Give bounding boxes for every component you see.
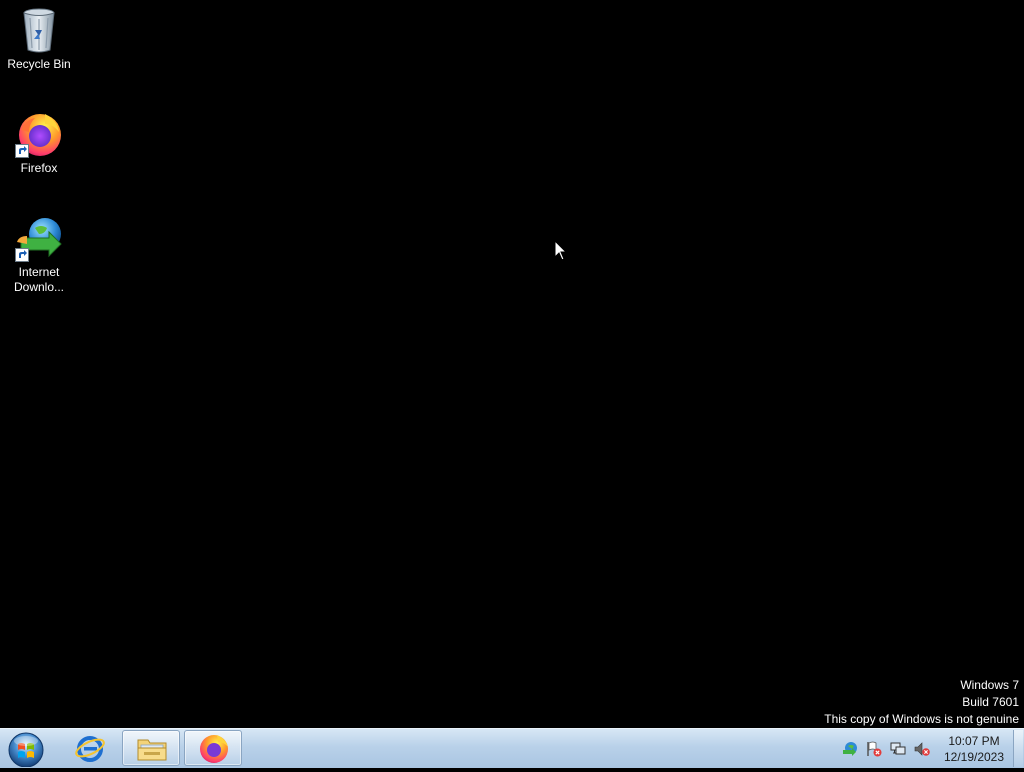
- network-globe-icon[interactable]: [842, 741, 858, 757]
- taskbar-clock[interactable]: 10:07 PM 12/19/2023: [936, 733, 1012, 765]
- network-status-icon[interactable]: [890, 741, 906, 757]
- firefox-icon: [15, 110, 63, 158]
- desktop[interactable]: Recycle Bin Firefox Internet Downlo... W…: [0, 0, 1024, 728]
- idm-desktop-icon[interactable]: Internet Downlo...: [1, 214, 77, 295]
- taskbar-windows-explorer[interactable]: [122, 730, 180, 766]
- watermark-os-name: Windows 7: [960, 678, 1019, 692]
- windows-explorer-folder-icon: [136, 734, 168, 764]
- shortcut-arrow-icon: [15, 144, 29, 158]
- internet-download-manager-icon: [15, 214, 63, 262]
- internet-explorer-icon: [74, 733, 106, 763]
- taskbar-internet-explorer[interactable]: [61, 730, 119, 766]
- windows-genuine-watermark: Windows 7 Build 7601 This copy of Window…: [824, 677, 1019, 728]
- recycle-bin-label: Recycle Bin: [7, 57, 71, 71]
- watermark-build: Build 7601: [962, 695, 1019, 709]
- clock-time: 10:07 PM: [948, 734, 1000, 748]
- show-desktop-button[interactable]: [1013, 730, 1023, 767]
- action-center-flag-icon[interactable]: [866, 741, 882, 757]
- firefox-icon: [198, 734, 230, 764]
- firefox-desktop-icon[interactable]: Firefox: [1, 110, 77, 176]
- shortcut-arrow-icon: [15, 248, 29, 262]
- volume-muted-icon[interactable]: [914, 741, 930, 757]
- firefox-label: Firefox: [20, 161, 58, 175]
- idm-label: Internet Downlo...: [13, 265, 65, 294]
- clock-date: 12/19/2023: [943, 750, 1005, 764]
- recycle-bin-desktop-icon[interactable]: Recycle Bin: [1, 6, 77, 72]
- start-button[interactable]: [5, 731, 47, 768]
- taskbar-firefox[interactable]: [184, 730, 242, 766]
- recycle-bin-icon: [15, 6, 63, 54]
- watermark-not-genuine: This copy of Windows is not genuine: [824, 712, 1019, 726]
- taskbar: 10:07 PM 12/19/2023: [0, 728, 1024, 768]
- windows-start-orb-icon: [8, 732, 44, 768]
- mouse-pointer-icon: [554, 239, 568, 262]
